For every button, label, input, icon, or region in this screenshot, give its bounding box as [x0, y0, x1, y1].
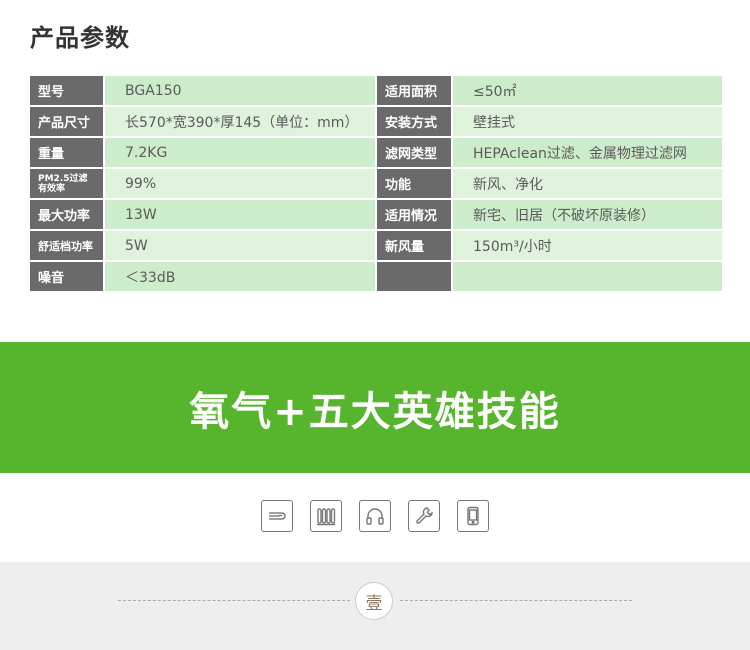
section-title: 产品参数 — [30, 24, 130, 52]
spec-label: 舒适档功率 — [30, 231, 103, 260]
spec-value: 新宅、旧居（不破坏原装修） — [453, 200, 722, 229]
spec-label: 型号 — [30, 76, 103, 105]
spec-value: ＜33dB — [105, 262, 375, 291]
spec-value: 13W — [105, 200, 375, 229]
spec-label: 适用面积 — [377, 76, 451, 105]
radiator-icon — [310, 500, 342, 532]
spec-label: 最大功率 — [30, 200, 103, 229]
spec-label: 滤网类型 — [377, 138, 451, 167]
spec-row: 产品尺寸 长570*宽390*厚145（单位：mm） 安装方式 壁挂式 — [30, 107, 722, 136]
divider-line-right — [400, 600, 632, 601]
wrench-icon — [408, 500, 440, 532]
spec-label: 重量 — [30, 138, 103, 167]
spec-value: 壁挂式 — [453, 107, 722, 136]
spec-label: 适用情况 — [377, 200, 451, 229]
spec-label: 新风量 — [377, 231, 451, 260]
divider-line-left — [118, 600, 350, 601]
spec-value: BGA150 — [105, 76, 375, 105]
spec-row: 噪音 ＜33dB — [30, 262, 722, 291]
spec-value: 5W — [105, 231, 375, 260]
spec-row: 最大功率 13W 适用情况 新宅、旧居（不破坏原装修） — [30, 200, 722, 229]
spec-label: 噪音 — [30, 262, 103, 291]
spec-row: 重量 7.2KG 滤网类型 HEPAclean过滤、金属物理过滤网 — [30, 138, 722, 167]
spec-value: 99% — [105, 169, 375, 198]
headphones-icon — [359, 500, 391, 532]
spec-value: 7.2KG — [105, 138, 375, 167]
spec-value — [453, 262, 722, 291]
spec-value: ≤50㎡ — [453, 76, 722, 105]
section-number-badge: 壹 — [355, 582, 393, 620]
section-divider: 壹 — [0, 562, 750, 650]
airflow-icon — [261, 500, 293, 532]
spec-row: 舒适档功率 5W 新风量 150m³/小时 — [30, 231, 722, 260]
phone-icon — [457, 500, 489, 532]
spec-label: PM2.5过滤 有效率 — [30, 169, 103, 198]
spec-label: 安装方式 — [377, 107, 451, 136]
banner-headline: 氧气+五大英雄技能 — [189, 388, 561, 435]
spec-value: 150m³/小时 — [453, 231, 722, 260]
spec-label-line: 有效率 — [38, 183, 66, 194]
spec-row: 型号 BGA150 适用面积 ≤50㎡ — [30, 76, 722, 105]
feature-icons — [0, 500, 750, 538]
feature-banner: 氧气+五大英雄技能 — [0, 342, 750, 473]
spec-label — [377, 262, 451, 291]
spec-label: 功能 — [377, 169, 451, 198]
spec-label: 产品尺寸 — [30, 107, 103, 136]
spec-row: PM2.5过滤 有效率 99% 功能 新风、净化 — [30, 169, 722, 198]
spec-value: 新风、净化 — [453, 169, 722, 198]
spec-value: 长570*宽390*厚145（单位：mm） — [105, 107, 375, 136]
spec-value: HEPAclean过滤、金属物理过滤网 — [453, 138, 722, 167]
spec-table: 型号 BGA150 适用面积 ≤50㎡ 产品尺寸 长570*宽390*厚145（… — [30, 76, 722, 293]
spec-label-line: PM2.5过滤 — [38, 173, 88, 184]
